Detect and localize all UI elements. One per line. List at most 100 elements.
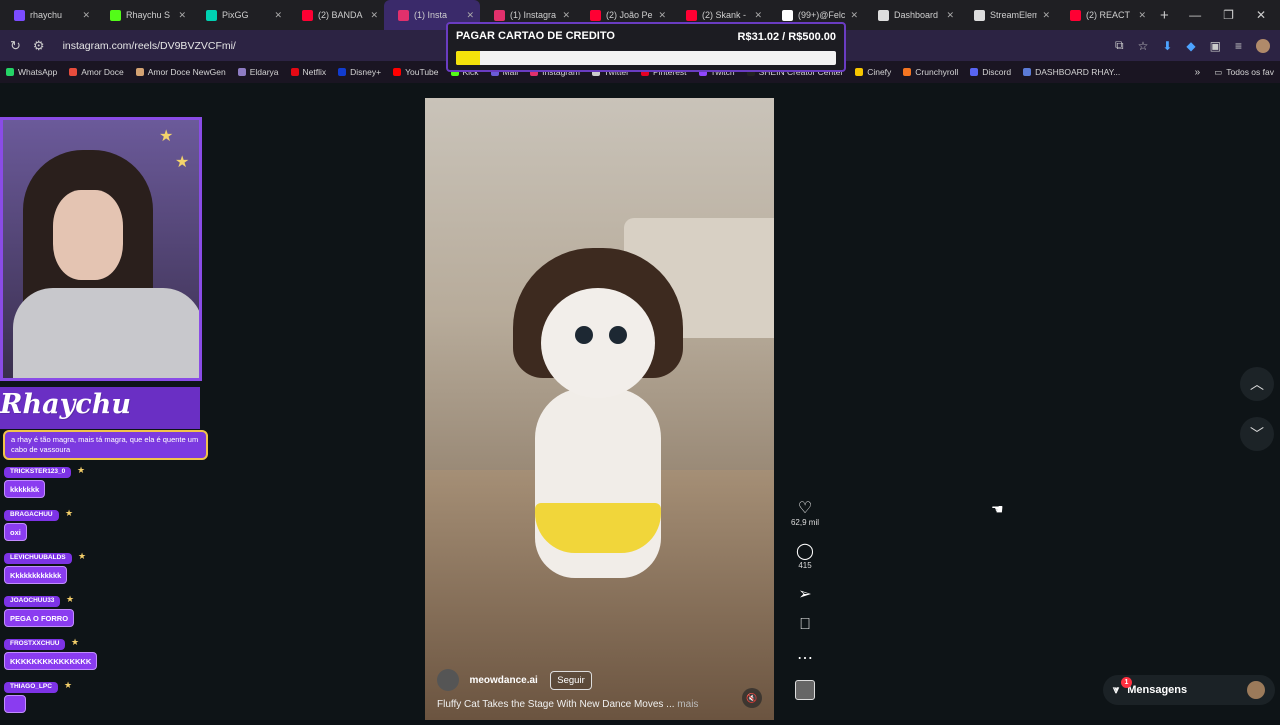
tab-close-icon[interactable]: ✕ xyxy=(370,10,378,21)
bookmark-favicon xyxy=(135,68,144,76)
tab-item[interactable]: PixGG ✕ xyxy=(192,0,288,30)
mute-icon[interactable]: 🔇 xyxy=(742,688,762,708)
restore-icon[interactable]: ❐ xyxy=(1223,8,1234,22)
bookmark-item[interactable]: DASHBOARD RHAY... xyxy=(1023,67,1120,77)
chat-message: LEVICHUUBALDS ★ Kkkkkkkkkkkk xyxy=(0,551,210,596)
chat-username: LEVICHUUBALDS xyxy=(4,553,72,564)
extensions-puzzle-icon[interactable]: ▣ xyxy=(1210,39,1221,53)
caption-more-link[interactable]: mais xyxy=(677,699,698,710)
more-options-icon[interactable]: ⋯ xyxy=(797,648,813,667)
comment-icon[interactable]: ◯ xyxy=(796,541,814,560)
bookmarks-overflow-icon[interactable]: » xyxy=(1195,67,1201,78)
tab-item[interactable]: (2) REACT ✕ xyxy=(1056,0,1152,30)
chat-username: BRAGACHUU xyxy=(4,510,59,521)
tab-title: (2) REACT xyxy=(1086,10,1131,20)
bookmark-favicon xyxy=(903,68,912,76)
bookmark-favicon xyxy=(1023,68,1032,76)
bookmark-item[interactable]: Crunchyroll xyxy=(903,67,958,77)
bookmark-item[interactable]: Discord xyxy=(970,67,1011,77)
tab-title: (1) Insta xyxy=(414,10,448,20)
tab-item[interactable]: Dashboard ✕ xyxy=(864,0,960,30)
bookmarks-folder[interactable]: ▭ Todos os fav xyxy=(1214,67,1274,78)
cat-underwear xyxy=(535,503,661,553)
next-reel-button[interactable]: ﹀ xyxy=(1240,417,1274,451)
reel-author-username[interactable]: meowdance.ai xyxy=(469,675,537,686)
bookmark-label: Eldarya xyxy=(249,67,279,77)
reload-icon[interactable]: ↻ xyxy=(10,38,21,54)
tab-item[interactable]: rhaychu ✕ xyxy=(0,0,96,30)
messages-avatar xyxy=(1247,681,1265,699)
messages-label: Mensagens xyxy=(1127,684,1188,696)
tab-item[interactable]: Rhaychu S ✕ xyxy=(96,0,192,30)
tab-close-icon[interactable]: ✕ xyxy=(274,10,282,21)
tab-close-icon[interactable]: ✕ xyxy=(82,10,90,21)
bookmark-favicon xyxy=(338,68,347,76)
profile-avatar[interactable] xyxy=(1256,38,1270,53)
reel-actions: ♡ 62,9 mil ◯ 415 ➢ ⎕ ⋯ xyxy=(787,498,823,700)
follow-button[interactable]: Seguir xyxy=(550,670,592,690)
star-icon: ★ xyxy=(64,680,73,690)
bookmark-label: Crunchyroll xyxy=(915,67,959,77)
tab-close-icon[interactable]: ✕ xyxy=(754,10,762,21)
chat-text: PEGA O FORRO xyxy=(4,609,75,627)
menu-icon[interactable]: ≡ xyxy=(1235,39,1242,53)
save-action: ⎕ xyxy=(800,616,810,634)
tab-title: rhaychu xyxy=(30,10,63,20)
bookmark-item[interactable]: Disney+ xyxy=(338,67,381,77)
tab-favicon xyxy=(110,9,121,21)
audio-thumbnail[interactable] xyxy=(795,680,815,700)
bookmark-item[interactable]: Amor Doce NewGen xyxy=(135,67,226,77)
install-icon[interactable]: ⧉ xyxy=(1115,38,1124,53)
reel-author-avatar[interactable] xyxy=(437,669,459,691)
extension-icon[interactable]: ◆ xyxy=(1186,39,1195,53)
tab-close-icon[interactable]: ✕ xyxy=(1042,10,1050,21)
stream-banner: Rhaychu a rhay é tão magra, mais tá magr… xyxy=(0,387,208,460)
reel-video[interactable]: meowdance.ai Seguir Fluffy Cat Takes the… xyxy=(425,98,774,720)
cat-eye-left xyxy=(575,326,593,344)
chat-username: FROSTXXCHUU xyxy=(4,639,66,650)
tab-close-icon[interactable]: ✕ xyxy=(850,10,858,21)
bookmark-icon[interactable]: ⎕ xyxy=(800,616,810,634)
previous-reel-button[interactable]: ︿ xyxy=(1240,367,1274,401)
bookmark-item[interactable]: Amor Doce xyxy=(69,67,124,77)
goal-widget: PAGAR CARTAO DE CREDITO R$31.02 / R$500.… xyxy=(446,22,846,72)
bookmark-item[interactable]: Eldarya xyxy=(237,67,279,77)
url-field[interactable]: instagram.com/reels/DV9BVZVCFmi/ xyxy=(63,40,236,52)
streamer-face xyxy=(53,190,123,280)
minimize-icon[interactable]: — xyxy=(1189,8,1201,22)
cat-face xyxy=(541,288,655,398)
tab-close-icon[interactable]: ✕ xyxy=(658,10,666,21)
heart-icon[interactable]: ♡ xyxy=(798,498,812,517)
tab-item[interactable]: StreamElem ✕ xyxy=(960,0,1056,30)
tab-close-icon[interactable]: ✕ xyxy=(946,10,954,21)
tab-favicon xyxy=(974,9,985,21)
chat-text: oxi xyxy=(4,523,27,541)
caption-text: Fluffy Cat Takes the Stage With New Danc… xyxy=(437,699,675,710)
like-action: ♡ 62,9 mil xyxy=(791,498,819,527)
close-window-icon[interactable]: ✕ xyxy=(1256,8,1266,22)
messages-button[interactable]: ⩔ 1 Mensagens xyxy=(1103,675,1275,705)
share-icon[interactable]: ➢ xyxy=(798,584,811,603)
download-icon[interactable]: ⬇ xyxy=(1162,39,1172,53)
bookmark-item[interactable]: WhatsApp xyxy=(6,67,57,77)
bookmark-item[interactable]: YouTube xyxy=(393,67,439,77)
tab-close-icon[interactable]: ✕ xyxy=(1138,10,1146,21)
tab-close-icon[interactable]: ✕ xyxy=(178,10,186,21)
bookmark-star-icon[interactable]: ☆ xyxy=(1138,39,1149,53)
site-info-icon[interactable]: ⚙ xyxy=(33,38,45,54)
chat-username: JOAOCHUU33 xyxy=(4,596,61,607)
bookmark-item[interactable]: Cinefy xyxy=(855,67,891,77)
star-icon: ★ xyxy=(175,154,190,171)
tab-close-icon[interactable]: ✕ xyxy=(466,10,474,21)
chat-username: THIAGO_LPC xyxy=(4,682,58,693)
bookmark-label: DASHBOARD RHAY... xyxy=(1035,67,1121,77)
star-icon: ★ xyxy=(77,465,86,475)
new-tab-button[interactable]: + xyxy=(1152,7,1177,24)
star-icon: ★ xyxy=(65,508,74,518)
chat-text: KKKKKKKKKKKKKKK xyxy=(4,652,98,670)
tab-item[interactable]: (2) BANDA ✕ xyxy=(288,0,384,30)
chat-username: TRICKSTER123_0 xyxy=(4,467,72,478)
bookmark-item[interactable]: Netflix xyxy=(290,67,326,77)
tab-close-icon[interactable]: ✕ xyxy=(562,10,570,21)
bookmark-favicon xyxy=(237,68,246,76)
